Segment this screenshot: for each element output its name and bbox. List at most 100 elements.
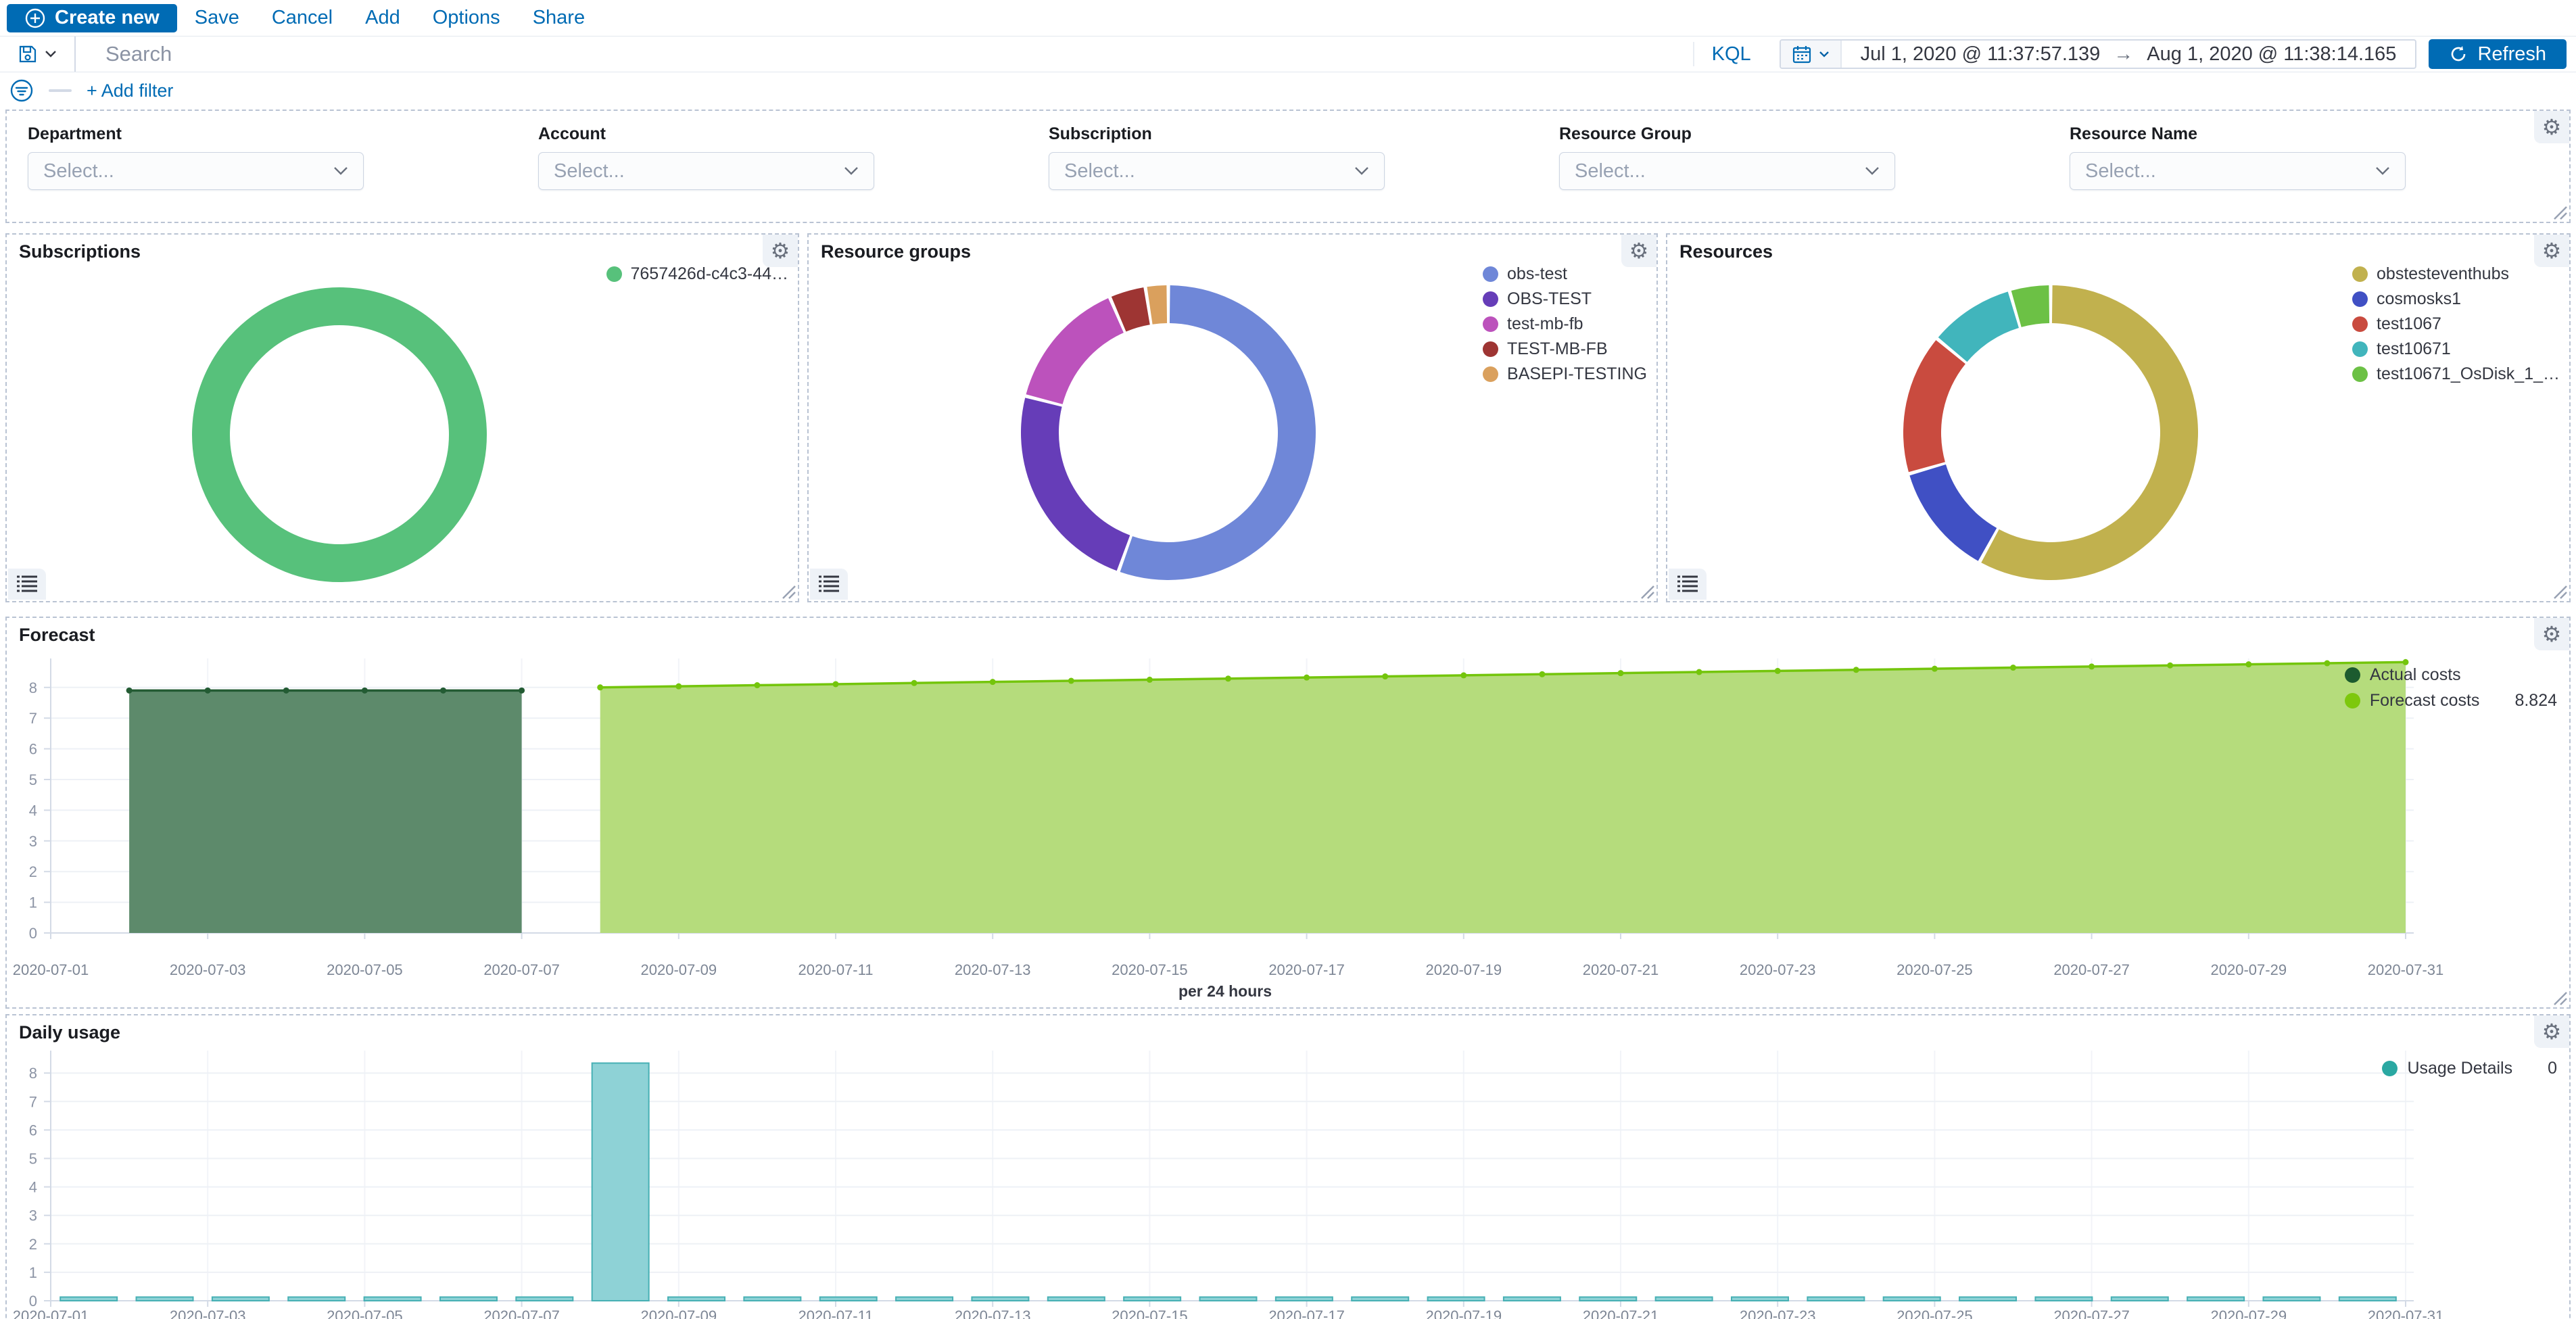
svg-text:6: 6 <box>29 1122 37 1138</box>
panel-options-button[interactable]: ⚙ <box>2534 235 2569 267</box>
date-range-display[interactable]: Jul 1, 2020 @ 11:37:57.139 → Aug 1, 2020… <box>1842 43 2416 66</box>
account-select[interactable]: Select... <box>538 152 874 190</box>
select-placeholder: Select... <box>43 160 114 183</box>
calendar-toggle-button[interactable] <box>1781 41 1842 68</box>
date-range-start[interactable]: Jul 1, 2020 @ 11:37:57.139 <box>1861 43 2101 66</box>
options-menu-item[interactable]: Options <box>433 7 500 29</box>
legend-item[interactable]: OBS-TEST <box>1483 289 1647 309</box>
add-menu-item[interactable]: Add <box>365 7 400 29</box>
svg-text:2020-07-07: 2020-07-07 <box>483 1308 560 1319</box>
legend-item[interactable]: obstesteventhubs <box>2352 264 2560 284</box>
circle-plus-icon <box>24 7 46 29</box>
legend-label: 7657426d-c4c3-44… <box>631 264 789 284</box>
filter-group-resource-name: Resource Name Select... <box>2070 124 2406 190</box>
legend-value: 8.824 <box>2514 691 2557 711</box>
chevron-down-icon <box>333 166 348 176</box>
legend-item[interactable]: test10671_OsDisk_1_… <box>2352 364 2560 384</box>
panel-options-button[interactable]: ⚙ <box>2534 111 2569 143</box>
filter-group-subscription: Subscription Select... <box>1049 124 1385 190</box>
svg-text:2020-07-29: 2020-07-29 <box>2211 1308 2287 1319</box>
kql-button[interactable]: KQL <box>1693 42 1769 66</box>
department-select[interactable]: Select... <box>28 152 364 190</box>
filter-label: Subscription <box>1049 124 1385 144</box>
filter-label: Resource Name <box>2070 124 2406 144</box>
create-new-button[interactable]: Create new <box>7 4 177 32</box>
svg-text:2020-07-19: 2020-07-19 <box>1426 961 1502 978</box>
svg-text:2020-07-29: 2020-07-29 <box>2211 961 2287 978</box>
svg-text:2020-07-15: 2020-07-15 <box>1112 1308 1188 1319</box>
search-input[interactable] <box>76 37 1693 72</box>
legend-item[interactable]: cosmosks1 <box>2352 289 2560 309</box>
legend-toggle-button[interactable] <box>1669 569 1707 600</box>
filter-icon[interactable] <box>9 78 34 103</box>
legend-item[interactable]: TEST-MB-FB <box>1483 339 1647 359</box>
filter-controls: Department Select... Account Select... S… <box>7 111 2569 190</box>
refresh-label: Refresh <box>2477 43 2546 66</box>
svg-text:2020-07-13: 2020-07-13 <box>955 961 1031 978</box>
saved-query-button[interactable] <box>0 37 76 72</box>
svg-text:2020-07-23: 2020-07-23 <box>1740 961 1816 978</box>
legend-item[interactable]: obs-test <box>1483 264 1647 284</box>
svg-text:2: 2 <box>29 863 37 880</box>
legend-dot <box>2352 291 2368 307</box>
svg-text:2020-07-21: 2020-07-21 <box>1583 961 1659 978</box>
resource-groups-donut-chart <box>979 243 1358 622</box>
filter-group-account: Account Select... <box>538 124 874 190</box>
legend-item[interactable]: Usage Details 0 <box>2382 1059 2557 1078</box>
resources-donut-chart <box>1861 243 2240 622</box>
filter-label: Resource Group <box>1559 124 1895 144</box>
legend-item[interactable]: test10671 <box>2352 339 2560 359</box>
legend-toggle-button[interactable] <box>8 569 46 600</box>
legend-item[interactable]: Forecast costs 8.824 <box>2345 691 2557 711</box>
chevron-down-icon <box>2375 166 2390 176</box>
add-filter-button[interactable]: + Add filter <box>87 80 173 101</box>
legend-item[interactable]: test1067 <box>2352 314 2560 334</box>
panel-options-button[interactable]: ⚙ <box>1621 235 1656 267</box>
panel-options-button[interactable]: ⚙ <box>763 235 798 267</box>
subscription-select[interactable]: Select... <box>1049 152 1385 190</box>
resource-group-select[interactable]: Select... <box>1559 152 1895 190</box>
legend-dot <box>2345 693 2360 709</box>
save-query-icon <box>18 44 38 64</box>
legend-label: cosmosks1 <box>2377 289 2461 309</box>
legend-dot <box>1483 366 1498 382</box>
date-range-end[interactable]: Aug 1, 2020 @ 11:38:14.165 <box>2147 43 2396 66</box>
legend-label: obs-test <box>1507 264 1567 284</box>
save-menu-item[interactable]: Save <box>195 7 239 29</box>
panel-resize-handle[interactable] <box>779 582 796 600</box>
chart-legend: Usage Details 0 <box>2382 1059 2557 1084</box>
share-menu-item[interactable]: Share <box>533 7 585 29</box>
panel-resize-handle[interactable] <box>2550 988 2568 1006</box>
gear-icon: ⚙ <box>771 240 790 262</box>
svg-text:2020-07-03: 2020-07-03 <box>170 961 246 978</box>
legend-item[interactable]: Actual costs <box>2345 665 2557 685</box>
create-new-label: Create new <box>55 7 160 29</box>
legend-item[interactable]: 7657426d-c4c3-44… <box>606 264 789 284</box>
svg-text:2020-07-09: 2020-07-09 <box>641 1308 717 1319</box>
filter-divider <box>49 89 72 92</box>
cancel-menu-item[interactable]: Cancel <box>272 7 333 29</box>
query-bar: KQL Jul 1, 2020 @ 11:37:57.139 → Aug 1, … <box>0 36 2576 72</box>
chart-legend: obs-test OBS-TEST test-mb-fb TEST-MB-FB BASE… <box>1483 264 1647 389</box>
gear-icon: ⚙ <box>2542 116 2562 138</box>
resource-name-select[interactable]: Select... <box>2070 152 2406 190</box>
legend-label: obstesteventhubs <box>2377 264 2509 284</box>
panel-resize-handle[interactable] <box>2550 203 2568 220</box>
filter-group-resource-group: Resource Group Select... <box>1559 124 1895 190</box>
legend-item[interactable]: test-mb-fb <box>1483 314 1647 334</box>
svg-text:2020-07-03: 2020-07-03 <box>170 1308 246 1319</box>
svg-text:1: 1 <box>29 1264 37 1281</box>
panel-title: Resources <box>1679 241 1773 262</box>
legend-toggle-button[interactable] <box>810 569 848 600</box>
legend-item[interactable]: BASEPI-TESTING <box>1483 364 1647 384</box>
svg-text:2020-07-15: 2020-07-15 <box>1112 961 1188 978</box>
filter-label: Department <box>28 124 364 144</box>
svg-text:7: 7 <box>29 1093 37 1110</box>
calendar-icon <box>1792 44 1812 64</box>
svg-text:2020-07-21: 2020-07-21 <box>1583 1308 1659 1319</box>
list-icon <box>17 575 37 593</box>
panel-resize-handle[interactable] <box>2550 582 2568 600</box>
refresh-button[interactable]: Refresh <box>2429 39 2567 69</box>
panel-resize-handle[interactable] <box>1638 582 1655 600</box>
legend-dot <box>1483 291 1498 307</box>
